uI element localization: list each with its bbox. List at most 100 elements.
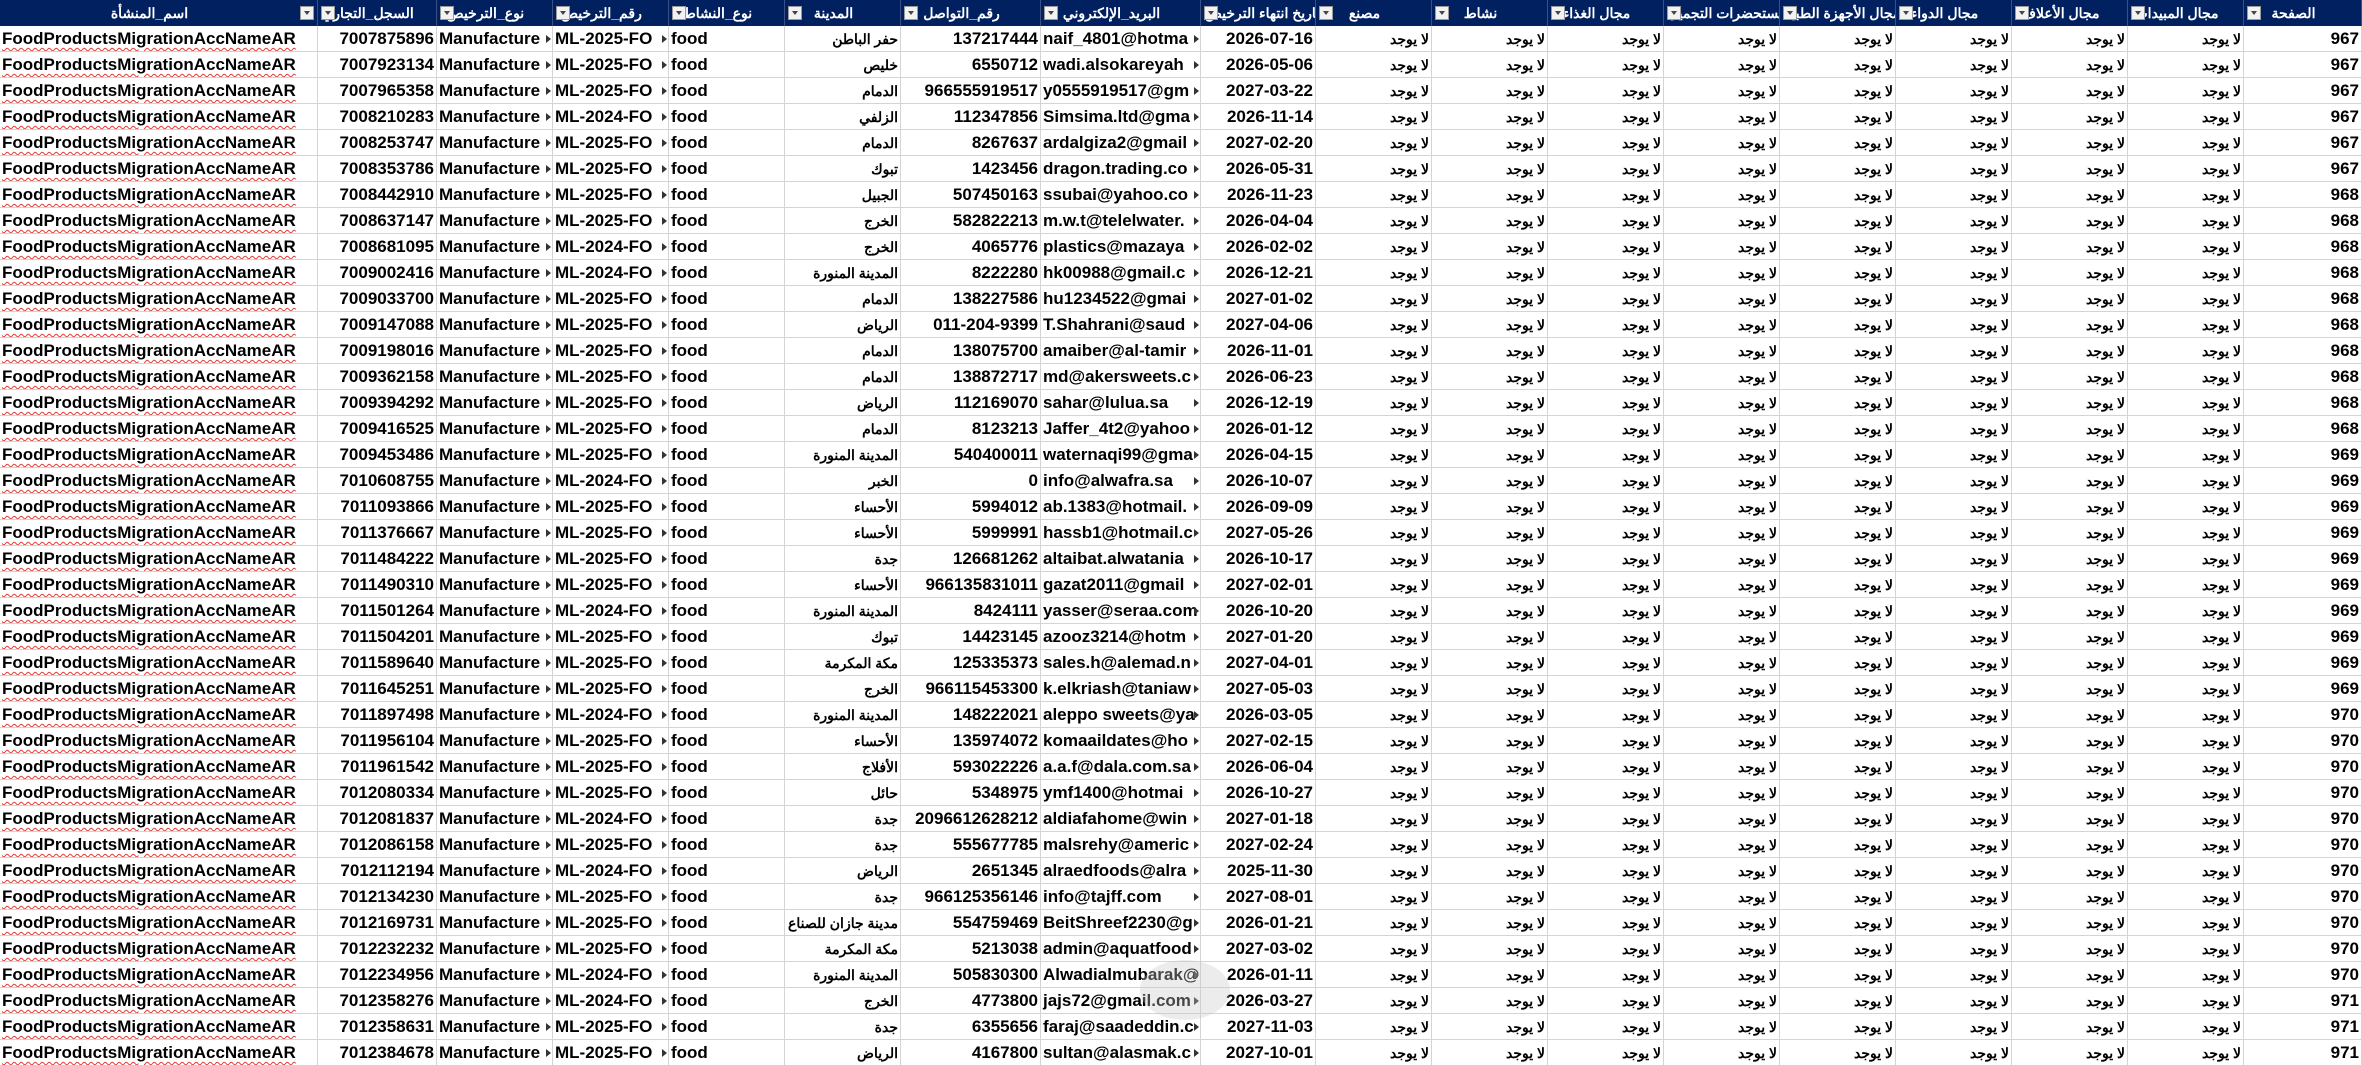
cell-drug-field[interactable]: لا يوجد — [1896, 936, 2012, 962]
cell-activity-type[interactable]: food — [669, 156, 785, 182]
cell-feed-field[interactable]: لا يوجد — [2012, 520, 2128, 546]
cell-name[interactable]: FoodProductsMigrationAccNameAR — [0, 260, 318, 286]
cell-drug-field[interactable]: لا يوجد — [1896, 234, 2012, 260]
cell-activity[interactable]: لا يوجد — [1432, 1014, 1548, 1040]
cell-city[interactable]: الأفلاج — [785, 754, 901, 780]
cell-activity-type[interactable]: food — [669, 780, 785, 806]
cell-name[interactable]: FoodProductsMigrationAccNameAR — [0, 858, 318, 884]
cell-activity[interactable]: لا يوجد — [1432, 182, 1548, 208]
cell-medical-devices-field[interactable]: لا يوجد — [1780, 442, 1896, 468]
cell-page[interactable]: 969 — [2244, 442, 2362, 468]
filter-dropdown-icon[interactable] — [1783, 6, 1797, 20]
cell-cr[interactable]: 7008253747 — [318, 130, 437, 156]
cell-activity[interactable]: لا يوجد — [1432, 1040, 1548, 1066]
cell-pesticide-field[interactable]: لا يوجد — [2128, 338, 2244, 364]
cell-phone[interactable]: 138872717 — [901, 364, 1041, 390]
cell-medical-devices-field[interactable]: لا يوجد — [1780, 156, 1896, 182]
cell-phone[interactable]: 5348975 — [901, 780, 1041, 806]
cell-activity-type[interactable]: food — [669, 832, 785, 858]
cell-name[interactable]: FoodProductsMigrationAccNameAR — [0, 624, 318, 650]
cell-pesticide-field[interactable]: لا يوجد — [2128, 52, 2244, 78]
cell-feed-field[interactable]: لا يوجد — [2012, 416, 2128, 442]
cell-license-no[interactable]: ML-2025-FO — [553, 182, 669, 208]
cell-food-field[interactable]: لا يوجد — [1548, 312, 1664, 338]
cell-cosmetics-field[interactable]: لا يوجد — [1664, 260, 1780, 286]
cell-activity[interactable]: لا يوجد — [1432, 26, 1548, 52]
cell-food-field[interactable]: لا يوجد — [1548, 416, 1664, 442]
cell-phone[interactable]: 2651345 — [901, 858, 1041, 884]
cell-expiry[interactable]: 2026-01-12 — [1201, 416, 1316, 442]
cell-medical-devices-field[interactable]: لا يوجد — [1780, 754, 1896, 780]
cell-license-type[interactable]: Manufacture — [437, 1040, 553, 1066]
cell-expiry[interactable]: 2026-10-20 — [1201, 598, 1316, 624]
cell-feed-field[interactable]: لا يوجد — [2012, 598, 2128, 624]
cell-name[interactable]: FoodProductsMigrationAccNameAR — [0, 364, 318, 390]
filter-dropdown-icon[interactable] — [1899, 6, 1913, 20]
cell-activity-type[interactable]: food — [669, 1014, 785, 1040]
cell-expiry[interactable]: 2025-11-30 — [1201, 858, 1316, 884]
cell-city[interactable]: المدينة المنورة — [785, 962, 901, 988]
cell-feed-field[interactable]: لا يوجد — [2012, 884, 2128, 910]
cell-cr[interactable]: 7012080334 — [318, 780, 437, 806]
cell-phone[interactable]: 593022226 — [901, 754, 1041, 780]
cell-medical-devices-field[interactable]: لا يوجد — [1780, 936, 1896, 962]
cell-pesticide-field[interactable]: لا يوجد — [2128, 130, 2244, 156]
cell-activity-type[interactable]: food — [669, 390, 785, 416]
cell-pesticide-field[interactable]: لا يوجد — [2128, 702, 2244, 728]
cell-activity-type[interactable]: food — [669, 260, 785, 286]
cell-activity[interactable]: لا يوجد — [1432, 494, 1548, 520]
cell-name[interactable]: FoodProductsMigrationAccNameAR — [0, 702, 318, 728]
cell-factory[interactable]: لا يوجد — [1316, 390, 1432, 416]
cell-city[interactable]: الجبيل — [785, 182, 901, 208]
cell-activity[interactable]: لا يوجد — [1432, 728, 1548, 754]
cell-factory[interactable]: لا يوجد — [1316, 26, 1432, 52]
cell-city[interactable]: الدمام — [785, 338, 901, 364]
cell-activity-type[interactable]: food — [669, 52, 785, 78]
cell-activity[interactable]: لا يوجد — [1432, 806, 1548, 832]
cell-pesticide-field[interactable]: لا يوجد — [2128, 26, 2244, 52]
cell-activity[interactable]: لا يوجد — [1432, 936, 1548, 962]
cell-factory[interactable]: لا يوجد — [1316, 520, 1432, 546]
cell-name[interactable]: FoodProductsMigrationAccNameAR — [0, 312, 318, 338]
cell-name[interactable]: FoodProductsMigrationAccNameAR — [0, 104, 318, 130]
cell-medical-devices-field[interactable]: لا يوجد — [1780, 52, 1896, 78]
cell-feed-field[interactable]: لا يوجد — [2012, 624, 2128, 650]
cell-license-no[interactable]: ML-2025-FO — [553, 754, 669, 780]
cell-expiry[interactable]: 2027-02-15 — [1201, 728, 1316, 754]
cell-license-type[interactable]: Manufacture — [437, 572, 553, 598]
cell-cr[interactable]: 7012169731 — [318, 910, 437, 936]
cell-cosmetics-field[interactable]: لا يوجد — [1664, 962, 1780, 988]
cell-drug-field[interactable]: لا يوجد — [1896, 546, 2012, 572]
cell-page[interactable]: 968 — [2244, 260, 2362, 286]
cell-drug-field[interactable]: لا يوجد — [1896, 702, 2012, 728]
cell-city[interactable]: جدة — [785, 884, 901, 910]
filter-dropdown-icon[interactable] — [1044, 6, 1058, 20]
cell-feed-field[interactable]: لا يوجد — [2012, 962, 2128, 988]
cell-factory[interactable]: لا يوجد — [1316, 312, 1432, 338]
cell-activity[interactable]: لا يوجد — [1432, 988, 1548, 1014]
cell-feed-field[interactable]: لا يوجد — [2012, 312, 2128, 338]
cell-activity[interactable]: لا يوجد — [1432, 780, 1548, 806]
cell-feed-field[interactable]: لا يوجد — [2012, 780, 2128, 806]
cell-activity-type[interactable]: food — [669, 234, 785, 260]
cell-pesticide-field[interactable]: لا يوجد — [2128, 78, 2244, 104]
cell-factory[interactable]: لا يوجد — [1316, 728, 1432, 754]
cell-license-no[interactable]: ML-2024-FO — [553, 988, 669, 1014]
cell-feed-field[interactable]: لا يوجد — [2012, 754, 2128, 780]
cell-pesticide-field[interactable]: لا يوجد — [2128, 858, 2244, 884]
cell-page[interactable]: 969 — [2244, 546, 2362, 572]
cell-pesticide-field[interactable]: لا يوجد — [2128, 624, 2244, 650]
header-medical-devices-field[interactable]: مجال الأجهزة الطبية — [1780, 0, 1896, 26]
cell-pesticide-field[interactable]: لا يوجد — [2128, 390, 2244, 416]
cell-name[interactable]: FoodProductsMigrationAccNameAR — [0, 598, 318, 624]
cell-activity[interactable]: لا يوجد — [1432, 910, 1548, 936]
cell-license-type[interactable]: Manufacture — [437, 364, 553, 390]
cell-drug-field[interactable]: لا يوجد — [1896, 780, 2012, 806]
cell-cr[interactable]: 7009147088 — [318, 312, 437, 338]
cell-email[interactable]: hassb1@hotmail.c — [1041, 520, 1201, 546]
cell-page[interactable]: 968 — [2244, 338, 2362, 364]
cell-drug-field[interactable]: لا يوجد — [1896, 364, 2012, 390]
cell-license-no[interactable]: ML-2025-FO — [553, 780, 669, 806]
cell-page[interactable]: 970 — [2244, 858, 2362, 884]
cell-activity[interactable]: لا يوجد — [1432, 312, 1548, 338]
